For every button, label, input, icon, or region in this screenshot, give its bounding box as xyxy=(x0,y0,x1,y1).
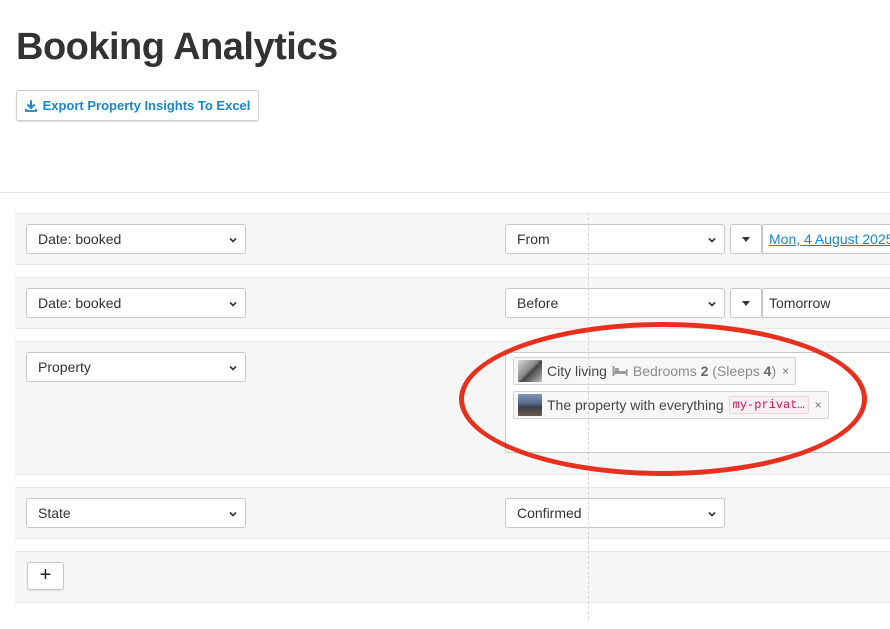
chevron-down-icon xyxy=(708,237,716,243)
bedrooms-prefix: Bedrooms xyxy=(632,363,697,379)
close-icon[interactable]: × xyxy=(782,364,789,378)
close-icon[interactable]: × xyxy=(815,398,822,412)
field-select-value: Date: booked xyxy=(38,295,122,311)
page-title: Booking Analytics xyxy=(16,26,338,68)
operator-select-value: Confirmed xyxy=(517,505,582,521)
chevron-down-icon xyxy=(708,511,716,517)
chevron-down-icon xyxy=(708,301,716,307)
export-button-label: Export Property Insights To Excel xyxy=(42,98,251,113)
field-select[interactable]: Date: booked xyxy=(26,224,246,254)
property-chip[interactable]: The property with everything my-privat… … xyxy=(513,391,829,419)
property-thumbnail xyxy=(518,394,542,416)
date-value: Tomorrow xyxy=(769,295,831,311)
date-link[interactable]: Mon, 4 August 2025 xyxy=(769,231,890,247)
property-chip[interactable]: City living Bedrooms 2 (Sleeps 4) × xyxy=(513,357,797,385)
header-divider xyxy=(0,192,890,193)
property-thumbnail xyxy=(518,360,542,382)
column-divider xyxy=(588,213,589,619)
property-details: Bedrooms 2 (Sleeps 4) xyxy=(612,363,776,379)
bedrooms-count: 2 xyxy=(700,363,709,379)
date-dropdown-button[interactable] xyxy=(730,224,762,254)
operator-select-value: From xyxy=(517,231,550,247)
export-button[interactable]: Export Property Insights To Excel xyxy=(16,90,259,121)
sleeps-count: 4 xyxy=(763,363,772,379)
date-dropdown-button[interactable] xyxy=(730,288,762,318)
field-select[interactable]: Property xyxy=(26,352,246,382)
property-name: The property with everything xyxy=(547,397,724,413)
caret-down-icon xyxy=(742,236,750,242)
operator-select[interactable]: From xyxy=(505,224,725,254)
field-select[interactable]: State xyxy=(26,498,246,528)
operator-select[interactable]: Confirmed xyxy=(505,498,725,528)
chevron-down-icon xyxy=(229,301,237,307)
plus-icon: + xyxy=(39,564,52,586)
operator-select-value: Before xyxy=(517,295,559,311)
field-select-value: Property xyxy=(38,359,91,375)
sleeps-prefix: (Sleeps xyxy=(712,363,760,379)
field-select-value: Date: booked xyxy=(38,231,122,247)
download-icon xyxy=(24,99,37,112)
date-input[interactable]: Tomorrow xyxy=(762,288,890,318)
add-filter-row xyxy=(15,551,890,603)
date-input[interactable]: Mon, 4 August 2025 xyxy=(762,224,890,254)
chevron-down-icon xyxy=(229,365,237,371)
property-name: City living xyxy=(547,363,607,379)
chevron-down-icon xyxy=(229,511,237,517)
add-filter-button[interactable]: + xyxy=(27,562,64,590)
chevron-down-icon xyxy=(229,237,237,243)
sleeps-suffix: ) xyxy=(771,363,777,379)
caret-down-icon xyxy=(742,300,750,306)
property-tag: my-privat… xyxy=(728,396,809,414)
bed-icon xyxy=(612,366,628,376)
operator-select[interactable]: Before xyxy=(505,288,725,318)
field-select-value: State xyxy=(38,505,71,521)
field-select[interactable]: Date: booked xyxy=(26,288,246,318)
